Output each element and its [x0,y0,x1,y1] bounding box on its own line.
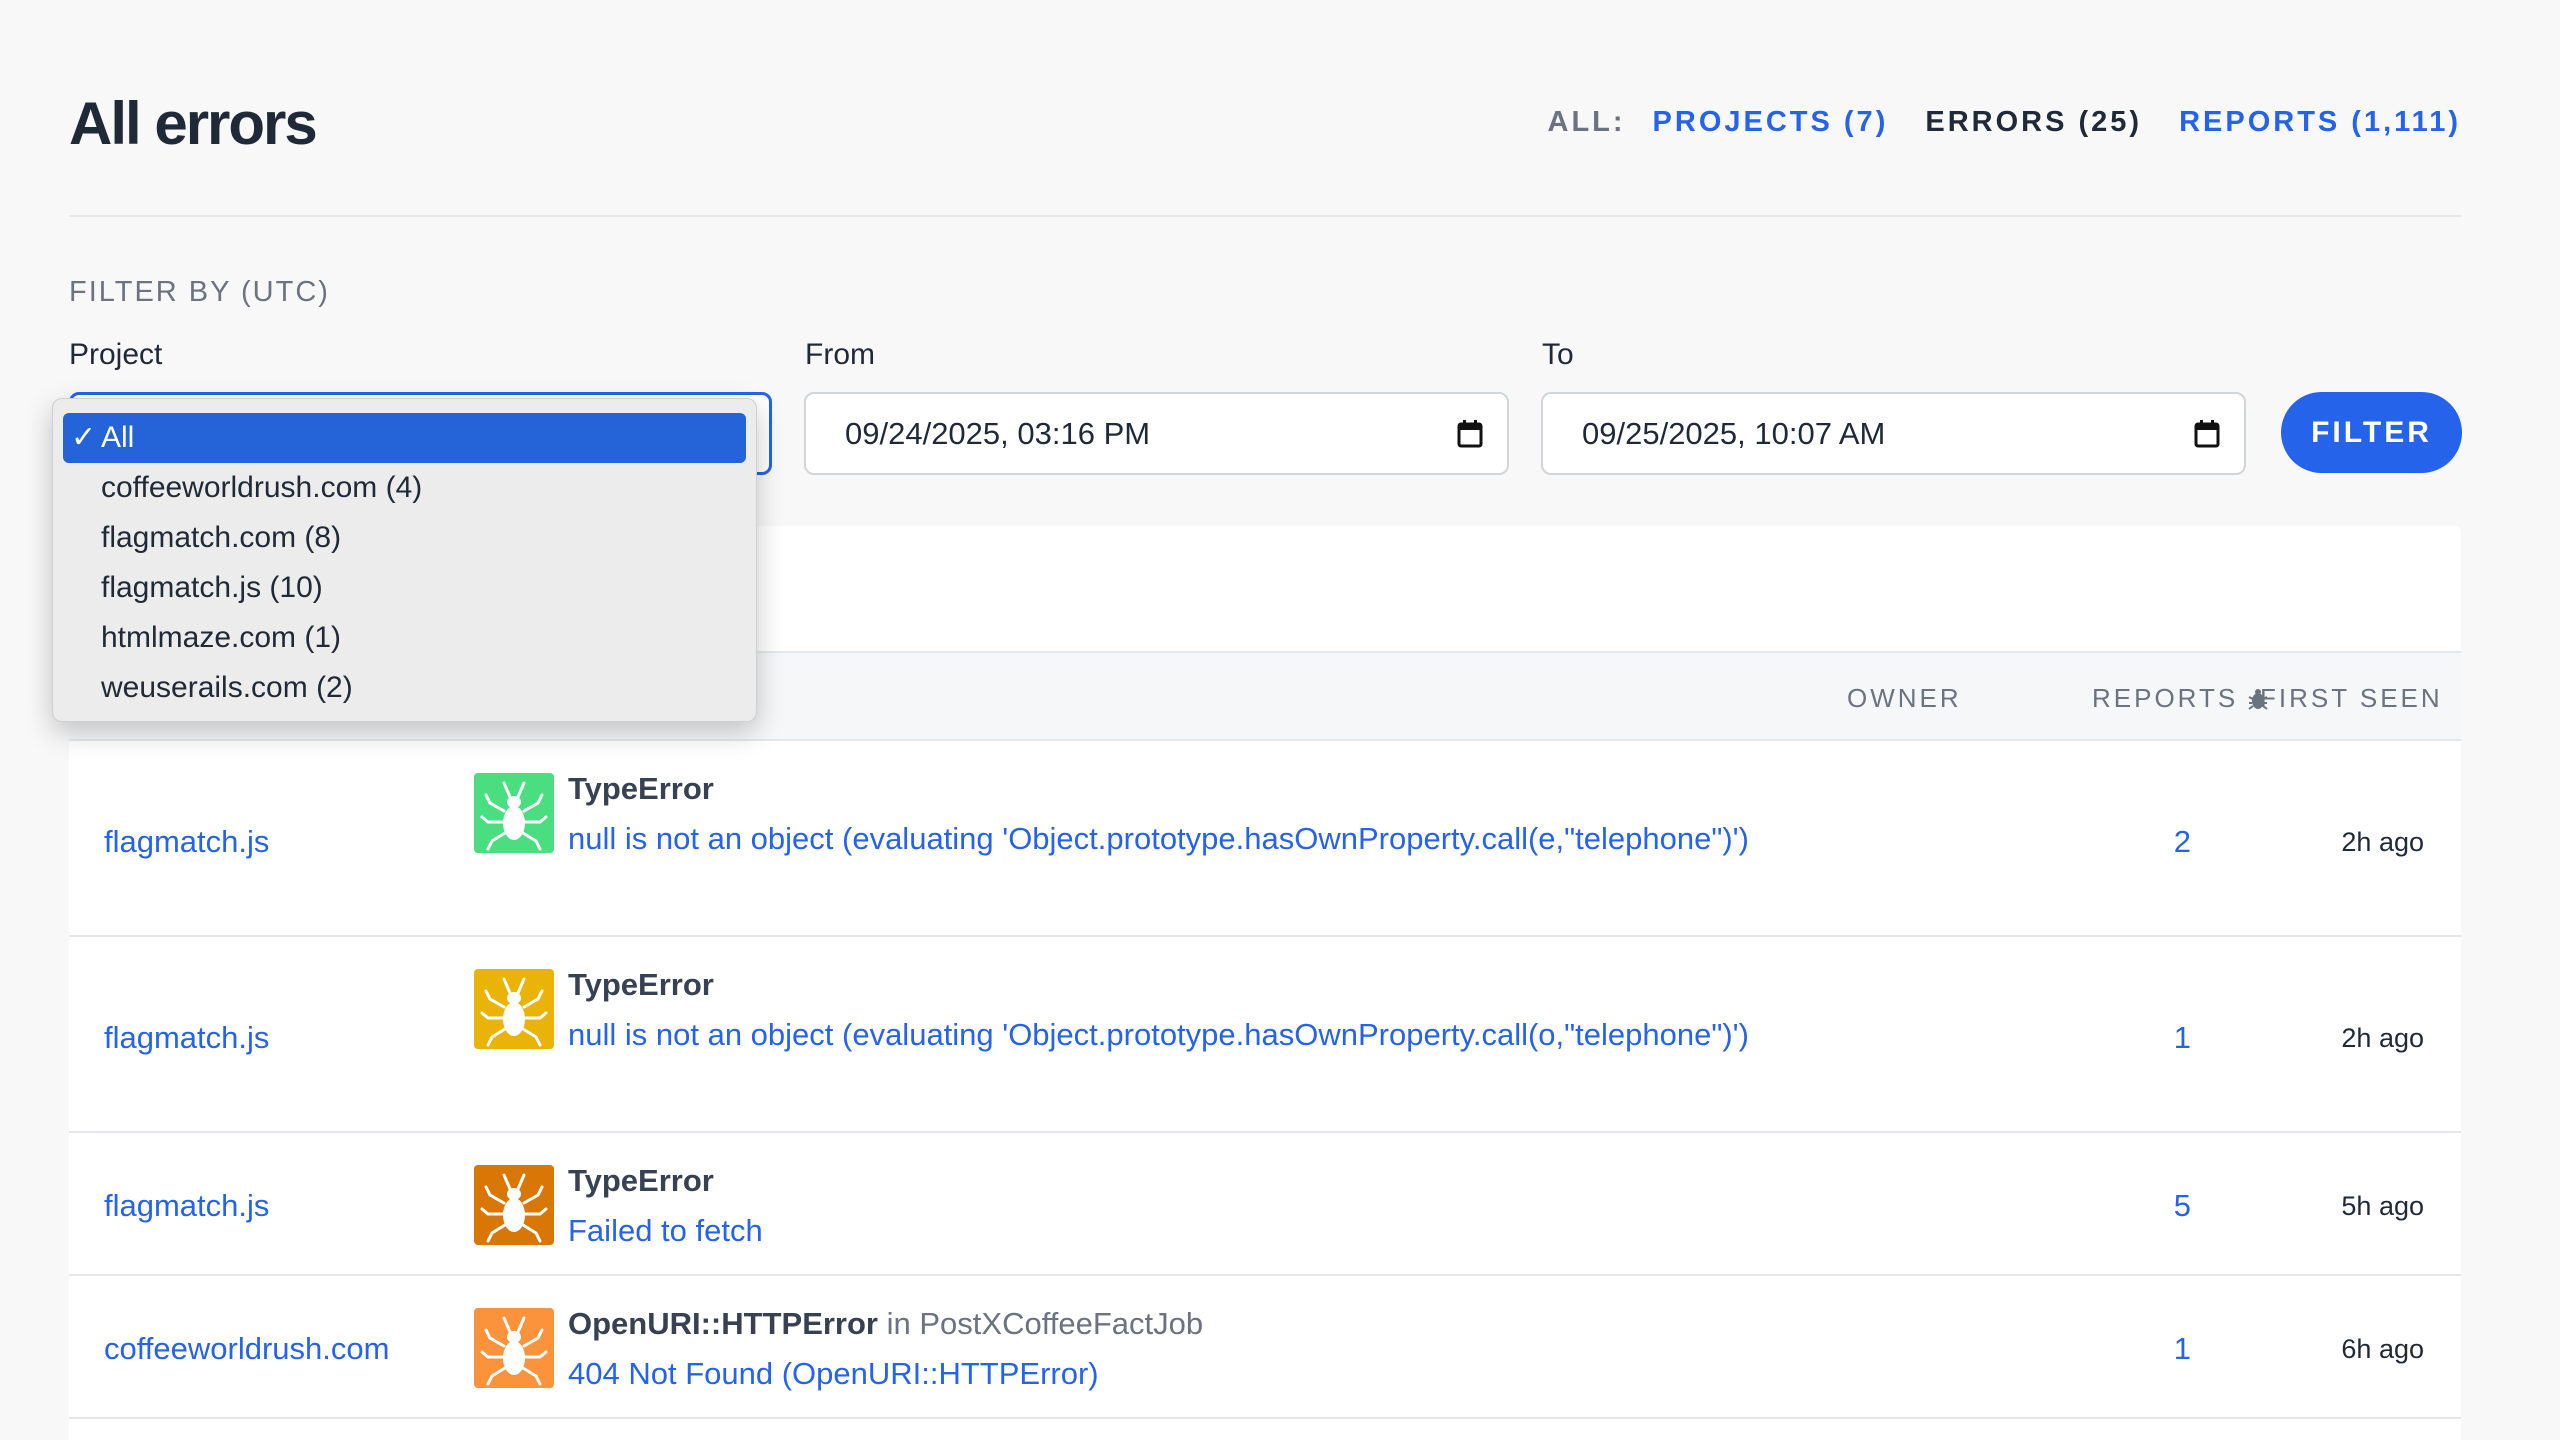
reports-column-header[interactable]: REPORTS [2092,683,2269,714]
project-link[interactable]: flagmatch.js [104,1188,269,1224]
filter-button[interactable]: FILTER [2281,392,2462,473]
table-row[interactable]: flagmatch.js TypeError null is not an ob… [69,741,2461,937]
first-seen-column-header[interactable]: FIRST SEEN [2260,683,2443,714]
first-seen-time: 2h ago [2341,827,2424,857]
project-link[interactable]: coffeeworldrush.com [104,1331,389,1367]
from-date-input[interactable]: 09/24/2025, 03:16 PM [804,392,1509,475]
error-context: in PostXCoffeeFactJob [886,1306,1204,1341]
project-option-coffeeworldrush[interactable]: coffeeworldrush.com (4) [63,463,746,513]
calendar-icon[interactable] [1457,420,1483,448]
reports-count-link[interactable]: 1 [2174,1331,2191,1367]
table-row[interactable]: coffeeworldrush.com OpenURI::HTTPError i… [69,1276,2461,1419]
error-class-name: TypeError [568,771,714,806]
error-message-link[interactable]: 404 Not Found (OpenURI::HTTPError) [568,1348,1798,1400]
option-label: flagmatch.js (10) [101,571,323,604]
bug-icon [474,1165,554,1245]
filter-heading: FILTER BY (UTC) [69,276,330,308]
from-date-value: 09/24/2025, 03:16 PM [845,415,1151,451]
checkmark-icon: ✓ [71,421,97,454]
first-seen-time: 2h ago [2341,1023,2424,1053]
reports-link[interactable]: REPORTS (1,111) [2179,106,2461,139]
error-class-name: OpenURI::HTTPError [568,1306,878,1341]
to-label: To [1542,338,1574,371]
calendar-icon[interactable] [2194,420,2220,448]
project-label: Project [69,338,163,371]
option-label: flagmatch.com (8) [101,521,342,554]
summary-nav: ALL: PROJECTS (7) ERRORS (25) REPORTS (1… [1548,106,2462,139]
project-dropdown[interactable]: ✓ All coffeeworldrush.com (4) flagmatch.… [52,398,757,722]
to-date-value: 09/25/2025, 10:07 AM [1582,415,1886,451]
all-label: ALL: [1547,106,1626,138]
bug-icon [474,1308,554,1388]
project-link[interactable]: flagmatch.js [104,824,269,860]
error-class: TypeError [568,1163,714,1199]
reports-header-label: REPORTS [2092,683,2239,713]
page-title: All errors [69,90,318,157]
project-option-all[interactable]: ✓ All [63,413,746,463]
project-option-flagmatch-com[interactable]: flagmatch.com (8) [63,513,746,563]
bug-icon [474,969,554,1049]
project-option-flagmatch-js[interactable]: flagmatch.js (10) [63,563,746,613]
first-seen-time: 6h ago [2341,1334,2424,1364]
error-class: TypeError [568,771,714,807]
option-label: weuserails.com (2) [101,671,353,704]
error-message-link[interactable]: Failed to fetch [568,1205,1798,1257]
bug-icon [474,773,554,853]
option-label: All [101,421,135,454]
project-link[interactable]: flagmatch.js [104,1020,269,1056]
table-row[interactable]: flagmatch.js TypeError Failed to fetch 5… [69,1133,2461,1276]
page-header: All errors ALL: PROJECTS (7) ERRORS (25)… [69,82,2461,217]
to-date-input[interactable]: 09/25/2025, 10:07 AM [1541,392,2246,475]
projects-link[interactable]: PROJECTS (7) [1653,106,1889,139]
errors-current: ERRORS (25) [1925,106,2143,138]
table-row[interactable]: flagmatch.js TypeError null is not an ob… [69,937,2461,1133]
error-class-name: TypeError [568,1163,714,1198]
project-option-weuserails[interactable]: weuserails.com (2) [63,663,746,713]
option-label: htmlmaze.com (1) [101,621,342,654]
first-seen-time: 5h ago [2341,1191,2424,1221]
option-label: coffeeworldrush.com (4) [101,471,423,504]
owner-column-header[interactable]: OWNER [1847,683,1962,714]
reports-count-link[interactable]: 5 [2174,1188,2191,1224]
page: All errors ALL: PROJECTS (7) ERRORS (25)… [0,0,2560,1440]
reports-count-link[interactable]: 1 [2174,1020,2191,1056]
from-label: From [805,338,875,371]
project-option-htmlmaze[interactable]: htmlmaze.com (1) [63,613,746,663]
error-class: OpenURI::HTTPError in PostXCoffeeFactJob [568,1306,1203,1342]
error-class: TypeError [568,967,714,1003]
reports-count-link[interactable]: 2 [2174,824,2191,860]
error-class-name: TypeError [568,967,714,1002]
error-message-link[interactable]: null is not an object (evaluating 'Objec… [568,1009,1798,1061]
error-message-link[interactable]: null is not an object (evaluating 'Objec… [568,813,1798,865]
